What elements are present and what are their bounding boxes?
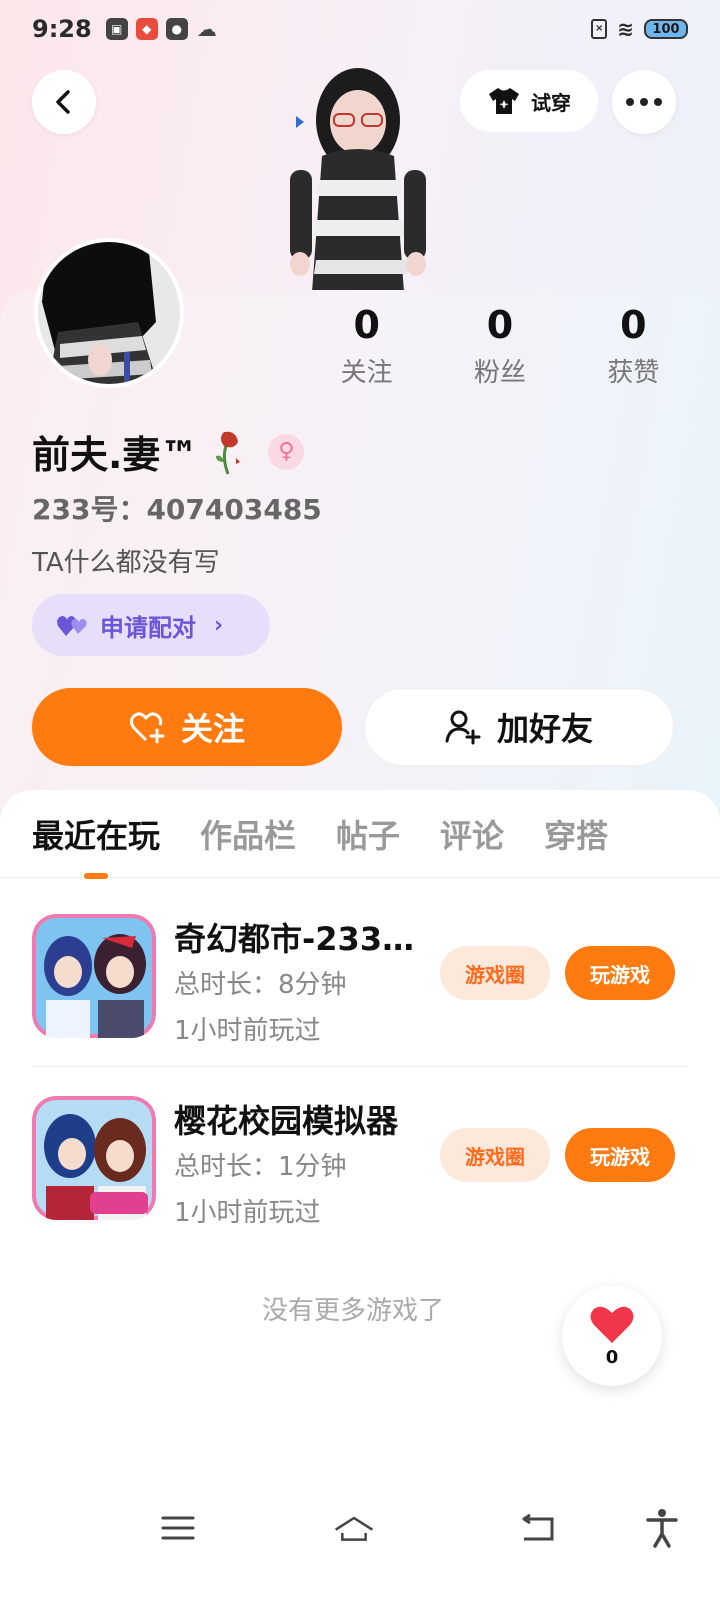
content-panel: 最近在玩 作品栏 帖子 评论 穿搭 奇幻都市-233乐园 总时长：8分钟 1小时… — [0, 790, 720, 1600]
nav-back-button[interactable] — [518, 1508, 558, 1548]
play-game-button[interactable]: 玩游戏 — [565, 946, 675, 1000]
nav-menu-button[interactable] — [158, 1508, 198, 1548]
tab-comments[interactable]: 评论 — [440, 811, 504, 857]
profile-page: 9:28 ▣ ◆ ● ☁ × ≋ 100 试穿 0 关注 0 粉丝 0 获赞 前… — [0, 0, 720, 1600]
stat-fans[interactable]: 0 粉丝 — [433, 302, 566, 389]
chevron-right-icon: › — [214, 612, 224, 638]
character-avatar-3d — [290, 68, 426, 292]
stat-label: 粉丝 — [473, 358, 526, 388]
game-circle-button[interactable]: 游戏圈 — [440, 1128, 550, 1182]
female-gender-icon: ♀ — [268, 433, 305, 470]
hearts-icon — [57, 616, 87, 636]
stat-following[interactable]: 0 关注 — [300, 302, 433, 389]
add-friend-label: 加好友 — [496, 710, 593, 748]
name-row: 前夫.妻™ ♀ — [32, 424, 305, 479]
sim-icon: × — [591, 19, 608, 39]
back-button[interactable] — [32, 70, 96, 134]
heart-plus-icon — [129, 712, 165, 744]
cloud-icon: ☁ — [196, 17, 217, 41]
menu-icon — [161, 1516, 195, 1540]
wifi-icon: ≋ — [617, 17, 634, 41]
game-icon-fantasy-city — [32, 914, 156, 1038]
floating-like-button[interactable]: 0 — [562, 1286, 662, 1386]
status-right: × ≋ 100 — [591, 17, 688, 41]
more-options-button[interactable] — [612, 70, 676, 134]
tab-recently-played[interactable]: 最近在玩 — [32, 811, 160, 879]
tab-posts[interactable]: 帖子 — [336, 811, 400, 857]
home-icon — [334, 1516, 374, 1541]
stat-likes[interactable]: 0 获赞 — [567, 302, 700, 389]
game-title: 奇幻都市-233乐园 — [174, 920, 434, 958]
stat-label: 获赞 — [607, 358, 660, 388]
user-bio: TA什么都没有写 — [32, 548, 220, 578]
row-divider — [32, 1066, 688, 1067]
status-bar: 9:28 ▣ ◆ ● ☁ × ≋ 100 — [0, 0, 720, 58]
stat-value: 0 — [353, 303, 380, 347]
stat-label: 关注 — [340, 358, 393, 388]
nav-accessibility-button[interactable] — [642, 1508, 682, 1548]
play-game-button[interactable]: 玩游戏 — [565, 1128, 675, 1182]
profile-tabs: 最近在玩 作品栏 帖子 评论 穿搭 — [0, 790, 720, 879]
like-count: 0 — [605, 1346, 619, 1368]
heart-icon — [590, 1306, 634, 1343]
follow-button[interactable]: 关注 — [32, 688, 342, 766]
battery-icon: 100 — [644, 19, 688, 39]
status-time: 9:28 — [32, 15, 92, 43]
add-user-icon — [445, 710, 481, 745]
game-duration: 总时长：8分钟 — [174, 970, 347, 1000]
red-app-icon: ◆ — [135, 18, 158, 40]
wechat-icon: ● — [165, 18, 188, 40]
tshirt-icon — [489, 88, 519, 114]
avatar-image — [38, 242, 180, 384]
follow-label: 关注 — [180, 710, 245, 748]
game-last-played: 1小时前玩过 — [174, 1016, 321, 1046]
user-id: 233号：407403485 — [32, 493, 322, 526]
game-title: 樱花校园模拟器 — [174, 1102, 399, 1140]
request-pair-label: 申请配对 — [100, 613, 196, 642]
system-nav-bar — [0, 1490, 720, 1570]
game-list-item[interactable]: 樱花校园模拟器 总时长：1分钟 1小时前玩过 游戏圈 玩游戏 — [32, 1090, 688, 1250]
game-last-played: 1小时前玩过 — [174, 1198, 321, 1228]
stats-row: 0 关注 0 粉丝 0 获赞 — [300, 302, 700, 389]
app-icon: ▣ — [105, 18, 128, 40]
game-circle-button[interactable]: 游戏圈 — [440, 946, 550, 1000]
add-friend-button[interactable]: 加好友 — [364, 688, 674, 766]
user-name: 前夫.妻™ — [32, 433, 199, 477]
profile-avatar[interactable] — [34, 238, 184, 388]
tab-works[interactable]: 作品栏 — [200, 811, 296, 857]
try-on-label: 试穿 — [531, 90, 571, 115]
back-arrow-icon — [522, 1513, 554, 1541]
try-on-button[interactable]: 试穿 — [460, 70, 598, 132]
nav-home-button[interactable] — [334, 1508, 374, 1548]
request-pair-button[interactable]: 申请配对 › — [32, 594, 270, 656]
tab-outfits[interactable]: 穿搭 — [544, 811, 608, 857]
game-list-item[interactable]: 奇幻都市-233乐园 总时长：8分钟 1小时前玩过 游戏圈 玩游戏 — [32, 908, 688, 1068]
game-duration: 总时长：1分钟 — [174, 1152, 347, 1182]
game-icon-sakura-school — [32, 1096, 156, 1220]
stat-value: 0 — [620, 303, 647, 347]
more-dots-icon — [626, 98, 662, 106]
wilted-rose-icon — [216, 431, 241, 475]
chevron-left-icon — [56, 90, 70, 114]
accessibility-icon — [646, 1509, 678, 1548]
stat-value: 0 — [486, 303, 514, 347]
